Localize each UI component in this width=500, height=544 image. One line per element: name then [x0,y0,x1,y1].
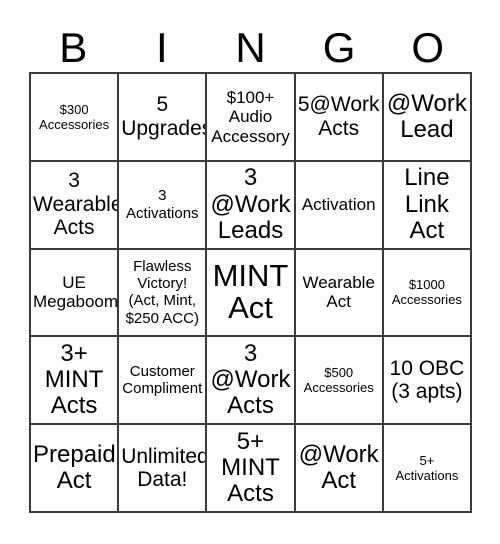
bingo-cell-label: 5@Work Acts [297,93,380,140]
bingo-header-letter-n: N [235,24,266,71]
bingo-cell-r1c5[interactable]: @Work Lead [383,74,472,162]
bingo-cell-label: Activation [301,195,376,214]
bingo-cell-r2c5[interactable]: Line Link Act [383,161,472,250]
bingo-cell-label: Unlimited Data! [121,444,208,492]
bingo-header-letter-g: G [322,24,356,71]
bingo-cell-label: @Work Lead [386,89,467,143]
bingo-cell-label: 5 Upgrades [121,93,208,140]
bingo-cell-label: Wearable Act [302,273,375,312]
bingo-cell-r5c3[interactable]: 5+ MINT Acts [207,425,296,513]
bingo-cell-label: 5+ Activations [395,452,459,484]
bingo-cell-label: Line Link Act [404,164,450,244]
bingo-cell-label: 3 @Work Acts [210,339,291,420]
bingo-cell-r1c3[interactable]: $100+ Audio Accessory [207,74,296,162]
bingo-cell-r3c1[interactable]: UE Megaboom [31,249,120,338]
bingo-cell-r4c2[interactable]: Customer Compliment [119,337,208,426]
bingo-cell-r4c3[interactable]: 3 @Work Acts [207,337,296,426]
bingo-cell-label: 3 Activations [126,187,199,222]
bingo-cell-label: Flawless Victory! (Act, Mint, $250 ACC) [125,257,199,327]
bingo-cell-r5c4[interactable]: @Work Act [295,425,384,513]
bingo-cell-r4c1[interactable]: 3+ MINT Acts [31,337,120,426]
bingo-cell-label: $300 Accessories [39,101,110,132]
bingo-cell-r1c2[interactable]: 5 Upgrades [119,74,208,162]
bingo-cell-label: $100+ Audio Accessory [211,87,290,146]
bingo-header-letter-o: O [411,24,444,71]
bingo-cell-r3c3[interactable]: MINT Act [207,249,296,338]
bingo-cell-r1c1[interactable]: $300 Accessories [31,74,120,162]
bingo-cell-label: $1000 Accessories [391,277,462,308]
bingo-cell-label: MINT Act [212,257,289,326]
bingo-cell-label: 3+ MINT Acts [44,339,104,420]
bingo-cell-label: Customer Compliment [122,362,203,398]
bingo-card: B I N G O $300 Accessories 5 Upgrades $1… [0,0,500,544]
bingo-cell-r3c2[interactable]: Flawless Victory! (Act, Mint, $250 ACC) [119,249,208,338]
bingo-cell-label: 5+ MINT Acts [221,427,280,508]
bingo-cell-r2c2[interactable]: 3 Activations [119,161,208,250]
bingo-cell-r4c5[interactable]: 10 OBC (3 apts) [383,337,472,426]
bingo-cell-r2c1[interactable]: 3 Wearable Acts [31,161,120,250]
bingo-cell-r5c5[interactable]: 5+ Activations [383,425,472,513]
bingo-cell-label: 10 OBC (3 apts) [389,356,465,404]
bingo-cell-label: 3 Wearable Acts [33,169,120,240]
bingo-cell-r2c4[interactable]: Activation [295,161,384,250]
bingo-header-letter-i: I [156,24,168,71]
bingo-grid: $300 Accessories 5 Upgrades $100+ Audio … [29,72,472,513]
bingo-cell-r3c5[interactable]: $1000 Accessories [383,249,472,338]
bingo-cell-r5c2[interactable]: Unlimited Data! [119,425,208,513]
bingo-cell-label: 3 @Work Leads [210,164,291,244]
bingo-header-row: B I N G O [29,12,472,70]
bingo-cell-r3c4[interactable]: Wearable Act [295,249,384,338]
bingo-cell-label: UE Megaboom [33,273,119,312]
bingo-cell-r2c3[interactable]: 3 @Work Leads [207,161,296,250]
bingo-cell-r4c4[interactable]: $500 Accessories [295,337,384,426]
bingo-header-letter-b: B [59,24,88,71]
bingo-cell-label: @Work Act [298,440,379,495]
bingo-cell-r1c4[interactable]: 5@Work Acts [295,74,384,162]
bingo-cell-label: $500 Accessories [303,364,374,396]
bingo-cell-label: Prepaid Act [33,440,116,495]
bingo-cell-r5c1[interactable]: Prepaid Act [31,425,120,513]
